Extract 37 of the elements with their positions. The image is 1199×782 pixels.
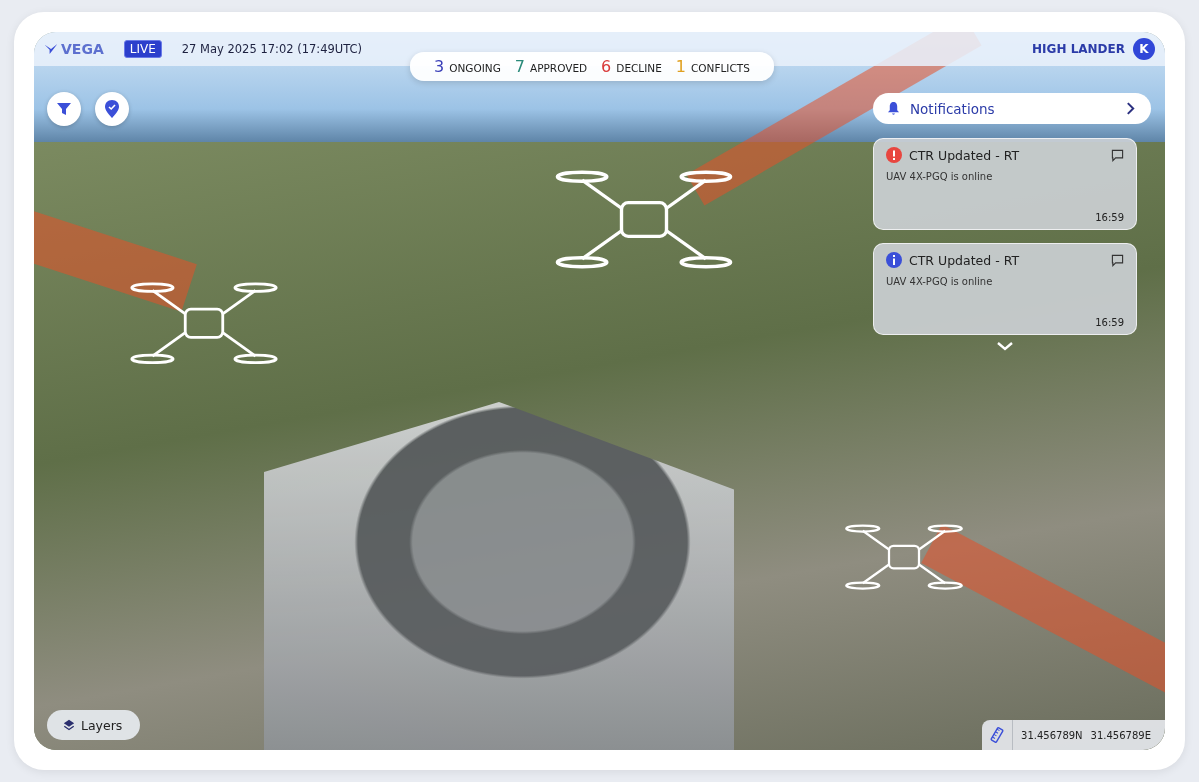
filter-icon [56, 101, 72, 117]
notification-message: UAV 4X-PGQ is online [886, 171, 994, 182]
comment-icon[interactable] [1111, 148, 1124, 162]
comment-icon[interactable] [1111, 253, 1124, 267]
notification-card[interactable]: CTR Updated - RT UAV 4X-PGQ is online 16:59 [873, 138, 1137, 230]
bell-icon [887, 101, 900, 116]
chevron-right-icon [1126, 102, 1135, 115]
stat-count: 3 [434, 57, 445, 76]
stat-label: DECLINE [616, 62, 662, 74]
location-pin-icon [104, 99, 120, 119]
stat-label: APPROVED [530, 62, 588, 74]
notification-title: CTR Updated - RT [909, 252, 1021, 268]
layers-icon [63, 719, 75, 731]
notification-time: 16:59 [1095, 317, 1124, 328]
stat-label: ONGOING [449, 62, 501, 74]
notification-message: UAV 4X-PGQ is online [886, 276, 994, 287]
stat-count: 7 [514, 57, 525, 76]
notifications-button[interactable]: Notifications [873, 93, 1151, 124]
user-name[interactable]: HIGH LANDER [1032, 42, 1125, 56]
layers-button[interactable]: Layers [47, 710, 141, 740]
latitude: 31.456789N [1021, 729, 1083, 741]
date-time: 27 May 2025 17:02 (17:49UTC) [181, 42, 363, 56]
live-badge: LIVE [123, 40, 162, 58]
brand-name: VEGA [61, 41, 104, 57]
ruler-icon[interactable] [989, 727, 1006, 743]
info-icon [886, 252, 902, 268]
notification-card[interactable]: CTR Updated - RT UAV 4X-PGQ is online 16:59 [873, 243, 1137, 335]
user-avatar[interactable]: K [1133, 38, 1155, 60]
notification-title: CTR Updated - RT [909, 147, 1021, 163]
bird-logo-icon [44, 43, 58, 55]
alert-icon [886, 147, 902, 163]
stat-count: 1 [675, 57, 686, 76]
notification-time: 16:59 [1095, 212, 1124, 223]
longitude: 31.456789E [1090, 729, 1151, 741]
chevron-down-icon[interactable] [996, 341, 1014, 351]
stat-count: 6 [601, 57, 612, 76]
stat-label: CONFLICTS [691, 62, 750, 74]
